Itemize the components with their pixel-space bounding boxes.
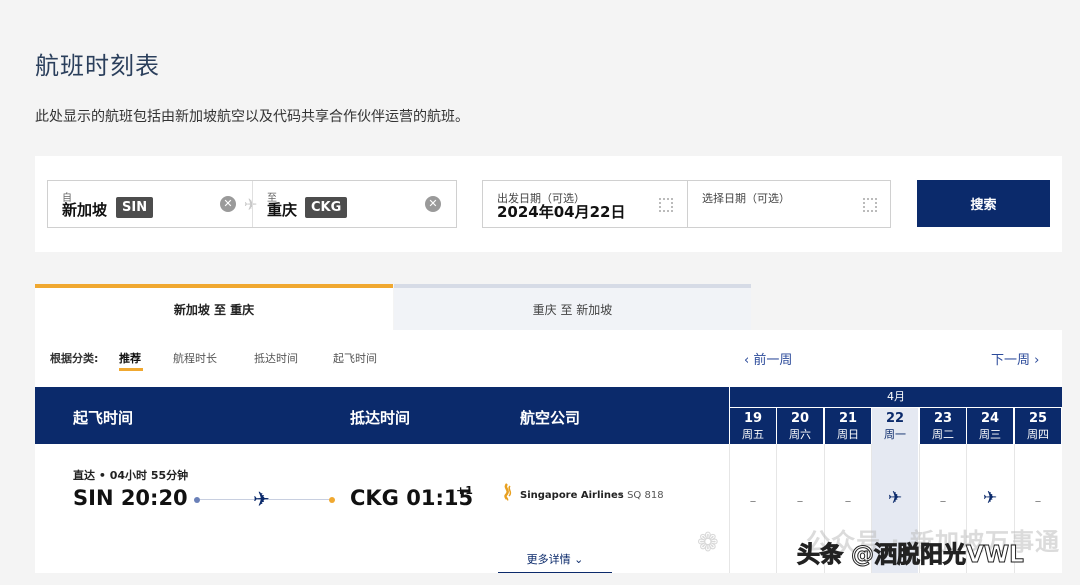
day-cell-selected[interactable]: 22 周一: [871, 407, 918, 444]
search-button[interactable]: 搜索: [917, 180, 1050, 227]
origin-field[interactable]: 自 新加坡 SIN ✕: [48, 181, 252, 227]
day-weekday: 周四: [1027, 428, 1049, 441]
day-availability[interactable]: –: [729, 444, 776, 573]
day-weekday: 周三: [979, 428, 1001, 441]
no-flight-mark: –: [939, 494, 947, 509]
day-cell[interactable]: 24 周三: [966, 407, 1013, 444]
tab-sin-to-ckg[interactable]: 新加坡 至 重庆: [35, 284, 393, 330]
date-selector: 出发日期（可选） 2024年04月22日 选择日期（可选）: [482, 180, 891, 228]
sort-option-departure[interactable]: 起飞时间: [333, 350, 377, 366]
day-number: 19: [743, 411, 763, 426]
more-details-link[interactable]: 更多详情 ⌄: [498, 551, 612, 573]
header-departure: 起飞时间: [73, 409, 134, 427]
no-flight-mark: –: [796, 494, 804, 509]
date-grid: 4月 19 周五 20 周六 21 周日 22 周一 23 周二 24 周三 25 周四: [729, 387, 1062, 444]
day-number: 24: [980, 411, 1000, 426]
day-weekday: 周六: [789, 428, 811, 441]
depart-date-field[interactable]: 出发日期（可选） 2024年04月22日: [483, 181, 687, 227]
sort-active-indicator: [119, 368, 143, 371]
no-flight-mark: –: [844, 494, 852, 509]
calendar-icon: [659, 198, 673, 212]
singapore-airlines-logo-icon: [504, 483, 512, 501]
watermark-author: 头条 @洒脱阳光VWL: [797, 542, 1025, 569]
clear-destination-icon[interactable]: ✕: [425, 196, 441, 212]
depart-date-value: 2024年04月22日: [497, 203, 626, 221]
day-weekday: 周日: [837, 428, 859, 441]
day-weekday: 周五: [742, 428, 764, 441]
flight-available-icon: ✈: [982, 488, 998, 508]
return-date-field[interactable]: 选择日期（可选）: [687, 181, 891, 227]
origin-dot: [194, 497, 200, 503]
day-cell[interactable]: 20 周六: [776, 407, 823, 444]
day-cell[interactable]: 19 周五: [729, 407, 776, 444]
origin-code-badge: SIN: [116, 197, 154, 218]
page-title: 航班时刻表: [35, 52, 160, 80]
day-cell[interactable]: 21 周日: [824, 407, 871, 444]
sort-option-duration[interactable]: 航程时长: [173, 350, 217, 366]
day-weekday: 周一: [884, 428, 906, 441]
page-description: 此处显示的航班包括由新加坡航空以及代码共享合作伙伴运营的航班。: [35, 109, 469, 125]
return-date-label: 选择日期（可选）: [702, 192, 790, 205]
calendar-icon: [863, 198, 877, 212]
no-flight-mark: –: [749, 494, 757, 509]
sort-option-recommended[interactable]: 推荐: [119, 350, 141, 366]
day-number: 20: [790, 411, 810, 426]
origin-city: 新加坡: [62, 201, 108, 219]
day-number: 21: [838, 411, 858, 426]
day-cell[interactable]: 23 周二: [919, 407, 966, 444]
plane-icon: ✈: [253, 487, 270, 511]
route-selector: 自 新加坡 SIN ✕ ✈ 至 重庆 CKG ✕: [47, 180, 457, 228]
sort-option-arrival[interactable]: 抵达时间: [254, 350, 298, 366]
sort-label: 根据分类:: [50, 352, 99, 365]
departure-time: SIN 20:20: [73, 486, 188, 510]
day-number: 22: [885, 411, 905, 426]
header-arrival: 抵达时间: [350, 409, 411, 427]
destination-city: 重庆: [267, 201, 298, 219]
clear-origin-icon[interactable]: ✕: [220, 196, 236, 212]
day-weekday: 周二: [932, 428, 954, 441]
arrival-time: CKG 01:15: [350, 486, 474, 510]
flight-available-icon: ✈: [887, 488, 903, 508]
destination-field[interactable]: 至 重庆 CKG ✕: [252, 181, 456, 227]
destination-dot: [329, 497, 335, 503]
wechat-icon: ❁: [697, 528, 719, 558]
tab-ckg-to-sin[interactable]: 重庆 至 新加坡: [394, 284, 751, 330]
next-week-link[interactable]: 下一周 ›: [991, 349, 1039, 368]
plus-day-badge: +1: [456, 484, 473, 497]
header-airline: 航空公司: [520, 409, 581, 427]
month-label: 4月: [729, 387, 1062, 407]
no-flight-mark: –: [1034, 494, 1042, 509]
flight-number: • SQ 818: [618, 490, 664, 501]
flight-duration: 直达 • 04小时 55分钟: [73, 469, 189, 482]
search-card: 自 新加坡 SIN ✕ ✈ 至 重庆 CKG ✕ 出发日期（可选） 2024年0…: [35, 156, 1062, 252]
day-number: 23: [933, 411, 953, 426]
airline-name: Singapore Airlines: [520, 490, 624, 501]
destination-code-badge: CKG: [305, 197, 348, 218]
prev-week-link[interactable]: ‹ 前一周: [744, 349, 792, 368]
day-cell[interactable]: 25 周四: [1014, 407, 1061, 444]
table-header: 起飞时间 抵达时间 航空公司 4月 19 周五 20 周六 21 周日 22 周一 23…: [35, 387, 1062, 444]
day-number: 25: [1028, 411, 1048, 426]
